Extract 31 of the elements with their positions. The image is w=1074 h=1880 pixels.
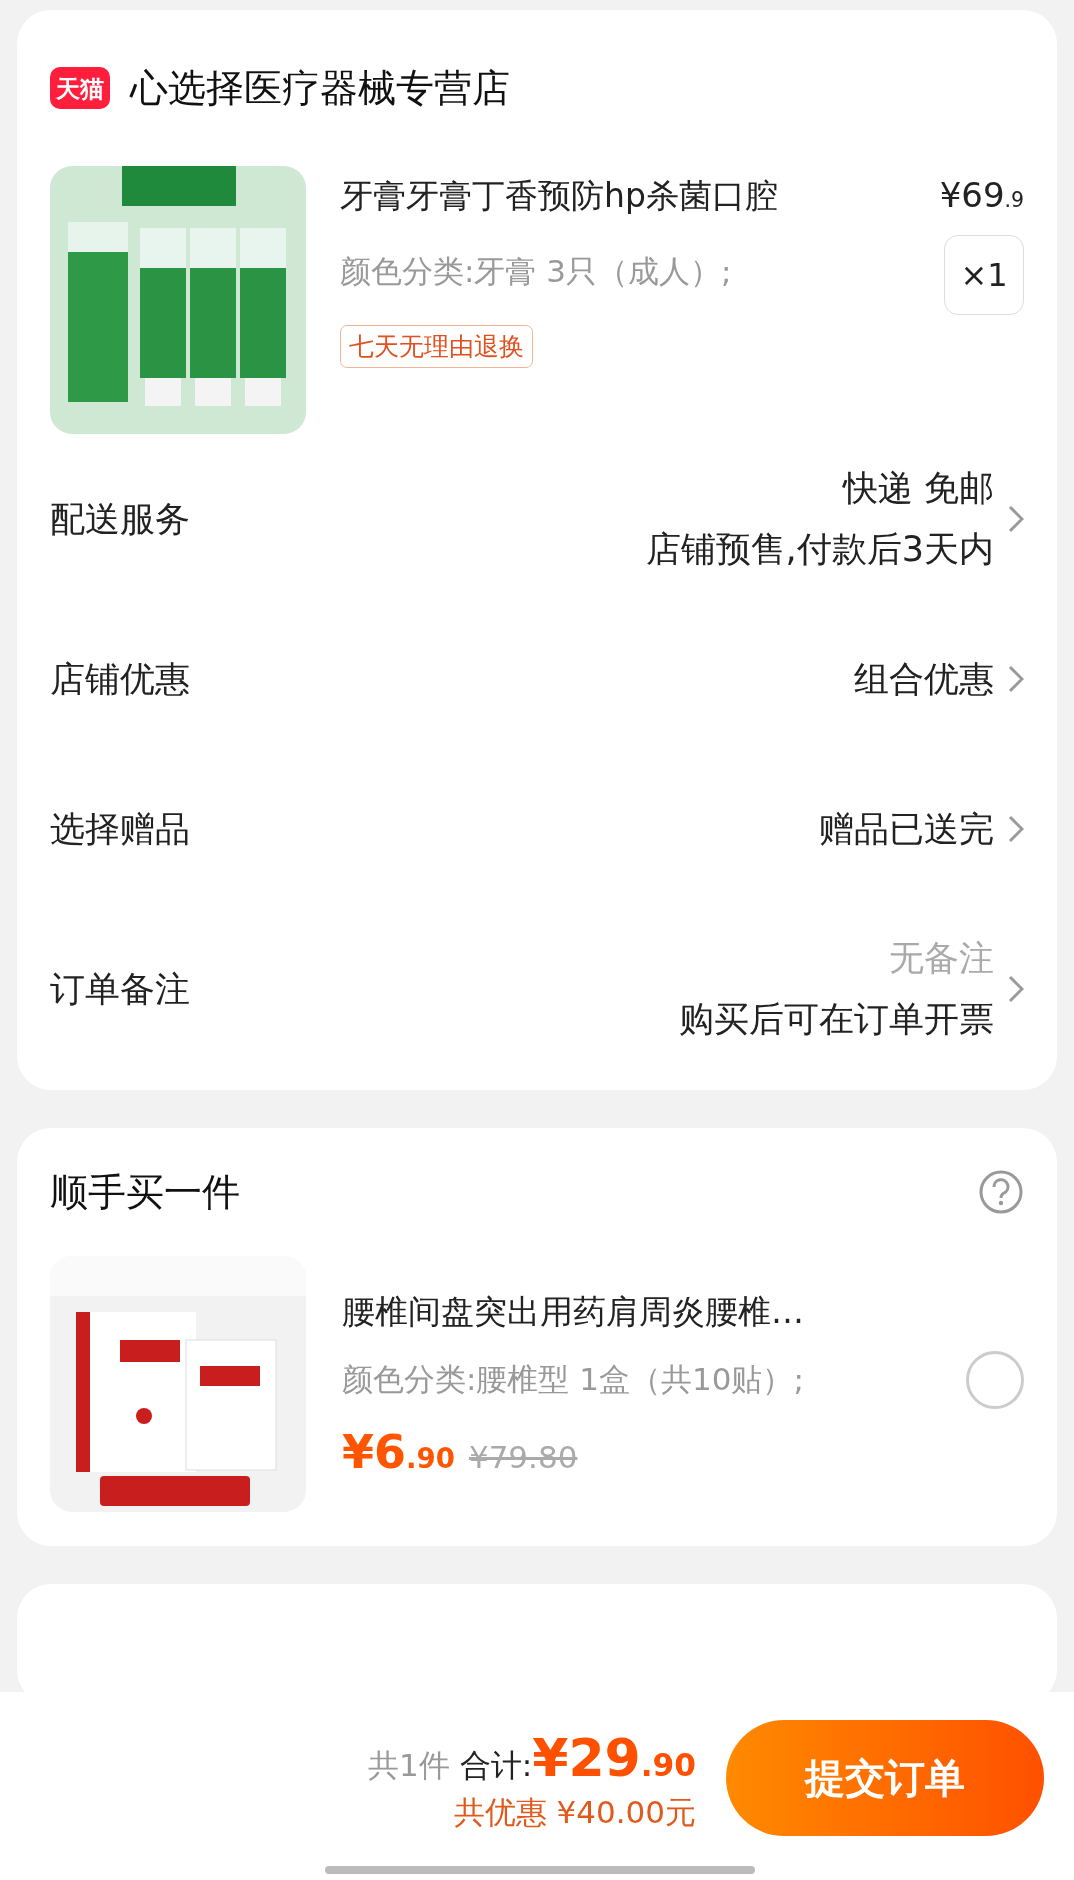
- section-title: 顺手买一件: [50, 1168, 240, 1216]
- row-value[interactable]: 快递 免邮: [842, 465, 994, 512]
- tmall-badge: 天猫: [50, 67, 110, 109]
- addon-spec: 颜色分类:腰椎型 1盒（共10贴）;: [342, 1359, 804, 1399]
- item-count: 共1件: [368, 1746, 450, 1785]
- store-name[interactable]: 心选择医疗器械专营店: [130, 62, 510, 114]
- row-label: 订单备注: [50, 967, 190, 1011]
- addon-price: ¥6.90: [342, 1424, 455, 1479]
- quantity-button[interactable]: ×1: [944, 235, 1024, 315]
- total-label: 合计:: [459, 1746, 533, 1785]
- row-label: 选择赠品: [50, 807, 190, 851]
- row-value[interactable]: 赠品已送完: [819, 805, 994, 853]
- discount-text: 共优惠 ¥40.00元: [453, 1793, 696, 1832]
- row-value[interactable]: 组合优惠: [854, 655, 994, 703]
- chevron-right-icon: [1008, 505, 1024, 533]
- chevron-right-icon: [1008, 975, 1024, 1003]
- product-price: ¥69.9: [939, 175, 1024, 215]
- row-label: 店铺优惠: [50, 657, 190, 701]
- return-policy-tag: 七天无理由退换: [340, 325, 533, 368]
- row-label: 配送服务: [50, 497, 190, 541]
- product-title[interactable]: 牙膏牙膏丁香预防hp杀菌口腔: [340, 174, 778, 219]
- total-price: ¥29.90: [532, 1728, 696, 1788]
- chevron-right-icon: [1008, 815, 1024, 843]
- addon-title[interactable]: 腰椎间盘突出用药肩周炎腰椎…: [342, 1289, 1024, 1335]
- product-spec: 颜色分类:牙膏 3只（成人）;: [340, 252, 732, 291]
- original-price: ¥79.80: [468, 1438, 578, 1475]
- row-value[interactable]: 店铺预售,付款后3天内: [645, 526, 994, 573]
- chevron-right-icon: [1008, 665, 1024, 693]
- help-icon[interactable]: [978, 1169, 1024, 1215]
- home-indicator[interactable]: [325, 1866, 755, 1874]
- row-value[interactable]: 购买后可在订单开票: [679, 996, 994, 1043]
